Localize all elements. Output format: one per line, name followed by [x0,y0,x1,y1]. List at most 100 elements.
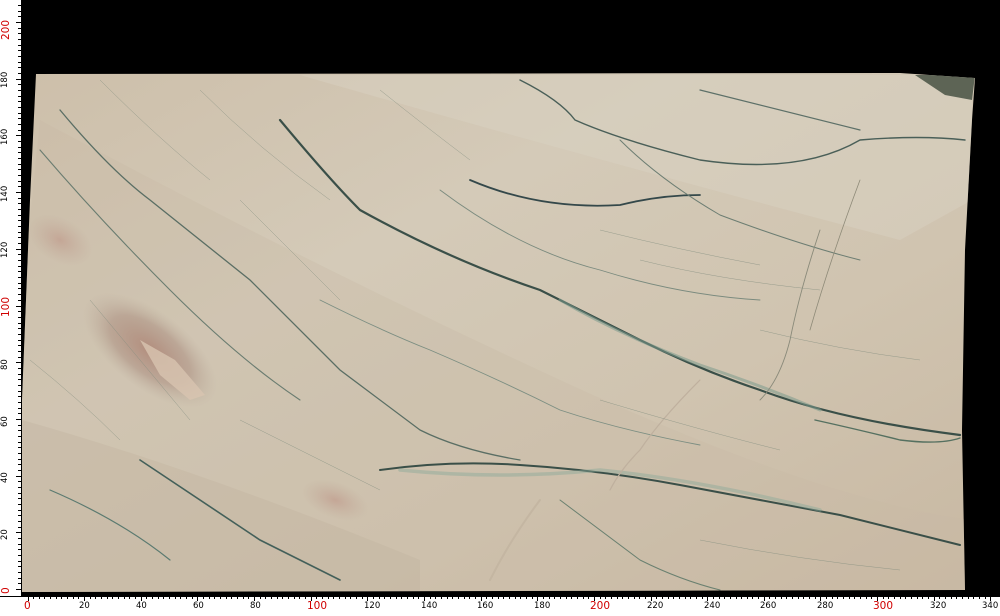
ruler-tick [452,596,454,599]
ruler-tick [18,107,22,109]
ruler-tick [18,413,22,415]
ruler-tick [18,146,22,148]
ruler-tick [905,596,907,599]
ruler-tick [18,583,22,585]
ruler-tick [361,596,363,599]
ruler-tick [395,596,397,599]
ruler-tick [101,596,103,599]
ruler-tick [18,61,22,63]
ruler-tick [18,294,22,296]
ruler-tick [18,112,22,114]
ruler-tick [588,596,590,599]
ruler-tick [208,596,210,599]
ruler-tick [18,316,22,318]
ruler-tick [271,596,273,599]
slab-photo-canvas: 200 180 160 140 120 100 80 60 40 20 0 0 … [0,0,1000,616]
ruler-tick [418,596,420,599]
ruler-tick [922,596,924,599]
ruler-tick [803,596,805,599]
ruler-tick [18,441,22,443]
ruler-tick [967,596,969,599]
ruler-tick [18,515,22,517]
ruler-tick [531,596,533,599]
ruler-tick [865,596,867,599]
ruler-tick [18,271,22,273]
ruler-tick [33,596,35,599]
ruler-bottom-label: 100 [307,600,328,612]
ruler-tick [928,596,930,599]
ruler-tick [254,596,256,601]
ruler-tick [112,596,114,599]
ruler-tick [633,596,635,599]
ruler-tick [276,596,278,599]
ruler-tick [882,596,884,599]
ruler-tick [367,596,369,601]
ruler-tick [627,596,629,599]
ruler-tick [18,498,22,500]
ruler-tick [18,520,22,522]
ruler-tick [18,39,22,40]
ruler-tick [950,596,952,599]
ruler-tick [95,596,97,599]
ruler-tick [225,596,227,599]
ruler-tick [18,537,22,539]
ruler-tick [44,596,46,599]
ruler-tick [191,596,193,599]
ruler-tick [18,379,22,381]
ruler-tick [18,50,22,52]
ruler-tick [775,596,777,599]
ruler-tick [18,231,22,233]
ruler-tick [163,596,165,599]
ruler-tick [860,596,862,599]
ruler-tick [61,596,63,599]
ruler-tick [18,577,22,579]
ruler-tick [174,596,176,599]
ruler-tick [18,407,22,409]
ruler-tick [18,543,22,545]
ruler-tick [440,596,442,599]
ruler-left-label: 20 [0,529,10,540]
ruler-tick [18,180,22,182]
ruler-tick [945,596,947,599]
ruler-tick [242,596,244,599]
ruler-tick [18,311,22,313]
ruler-tick [140,596,142,601]
ruler-tick [610,596,612,599]
ruler-tick [18,373,22,375]
ruler-tick [186,596,188,599]
ruler-tick [503,596,505,599]
ruler-tick [769,596,771,599]
ruler-tick [820,596,822,601]
ruler-tick [797,596,799,599]
ruler-tick [984,596,986,599]
ruler-bottom-label: 240 [704,601,721,611]
ruler-tick [899,596,901,599]
ruler-tick [599,596,601,599]
ruler-tick [18,469,22,471]
ruler-tick [707,596,709,601]
ruler-tick [429,596,431,599]
ruler-tick [18,44,22,46]
ruler-tick [293,596,295,599]
ruler-tick [197,596,199,601]
ruler-tick [701,596,703,599]
ruler-tick [933,596,935,601]
ruler-tick [622,596,624,599]
ruler-tick [939,596,941,599]
ruler-tick [18,333,22,335]
ruler-tick [18,481,22,483]
ruler-tick [123,596,125,599]
ruler-tick [18,214,22,216]
ruler-tick [389,596,391,599]
ruler-tick [18,345,22,347]
ruler-tick [520,596,522,599]
ruler-tick [18,73,22,75]
ruler-left-label: 0 [0,587,12,594]
ruler-tick [18,67,22,69]
ruler-tick [16,362,22,364]
ruler-tick [72,596,74,599]
ruler-tick [724,596,726,599]
ruler-tick [248,596,250,599]
ruler-tick [16,135,22,137]
ruler-tick [18,4,22,6]
